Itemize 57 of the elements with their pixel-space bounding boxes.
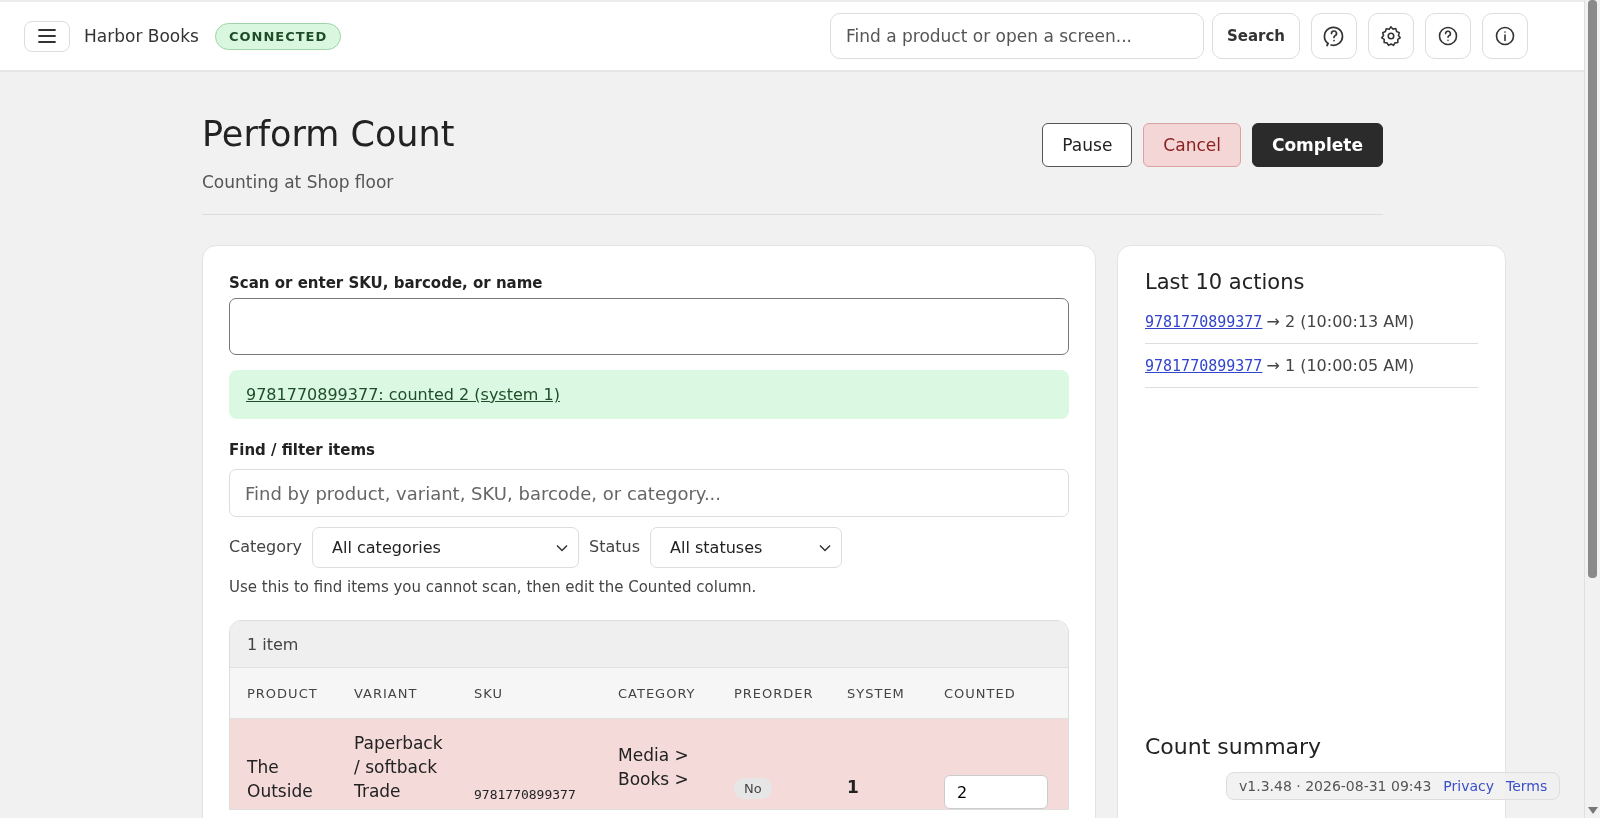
footer-link[interactable]: Privacy (1443, 778, 1495, 794)
column-header: PREORDER (734, 685, 814, 701)
table-cell: Media > Books > (618, 745, 689, 789)
filter-label: Find / filter items (229, 441, 376, 459)
action-button[interactable]: Complete (1251, 123, 1383, 167)
action-text: → 2 (10:00:13 AM) (1266, 312, 1415, 331)
search-field[interactable]: Find a product or open a screen... (829, 13, 1204, 59)
item-count: 1 item (247, 634, 299, 654)
category-label: Category (229, 536, 303, 556)
info-icon (1495, 26, 1515, 46)
chevron-icon (819, 543, 832, 552)
scroll-down-icon[interactable] (1588, 807, 1598, 814)
menu-icon (38, 29, 56, 43)
info-button[interactable] (1482, 13, 1528, 59)
scan-label: Scan or enter SKU, barcode, or name (229, 274, 544, 292)
column-header: SYSTEM (847, 685, 905, 701)
scan-result-link[interactable]: 9781770899377: counted 2 (system 1) (246, 385, 560, 404)
status-label: Status (589, 536, 641, 556)
panel-title: Last 10 actions (1145, 270, 1306, 294)
search-button[interactable]: Search (1211, 13, 1300, 59)
status-select[interactable]: All statuses (650, 527, 843, 568)
preorder-badge: No (734, 778, 772, 799)
column-header: COUNTED (944, 685, 1016, 701)
column-header: CATEGORY (618, 685, 696, 701)
table-cell: The Outside (247, 757, 313, 801)
help-button[interactable] (1425, 13, 1471, 59)
scan-field[interactable] (229, 298, 1069, 355)
action-button[interactable]: Cancel (1143, 123, 1241, 167)
chevron-icon (556, 543, 569, 552)
help-icon (1438, 26, 1458, 46)
filter-field[interactable]: Find by product, variant, SKU, barcode, or category... (229, 469, 1069, 517)
action-button[interactable]: Pause (1042, 123, 1133, 167)
table-cell: 1 (847, 777, 859, 797)
sku-link[interactable]: 9781770899377 (1145, 313, 1263, 331)
settings-icon (1380, 25, 1402, 47)
category-select[interactable]: All categories (312, 527, 580, 568)
version-text: v1.3.48 · 2026-08-31 09:43 (1239, 778, 1432, 794)
action-text: → 1 (10:00:05 AM) (1266, 356, 1415, 375)
table-cell: 9781770899377 (474, 787, 576, 802)
page-title: Perform Count (202, 113, 455, 156)
scrollbar[interactable] (1584, 0, 1600, 818)
help-chat-button[interactable] (1311, 13, 1357, 59)
column-header: SKU (474, 685, 503, 701)
brand-name: Harbor Books (84, 26, 199, 46)
section-title: Count summary (1145, 734, 1323, 759)
menu-button[interactable] (24, 20, 70, 52)
page-subtitle: Counting at Shop floor (202, 172, 395, 192)
table-cell: Paperback / softback Trade (354, 733, 443, 801)
status-badge: CONNECTED (214, 22, 342, 50)
question-bubble-icon (1323, 25, 1345, 47)
column-header: PRODUCT (247, 685, 318, 701)
footer-link[interactable]: Terms (1506, 778, 1548, 794)
sku-link[interactable]: 9781770899377 (1145, 357, 1263, 375)
settings-button[interactable] (1368, 13, 1414, 59)
filter-hint: Use this to find items you cannot scan, then edit the Counted column. (229, 578, 758, 596)
counted-field[interactable]: 2 (944, 775, 1048, 809)
column-header: VARIANT (354, 685, 418, 701)
